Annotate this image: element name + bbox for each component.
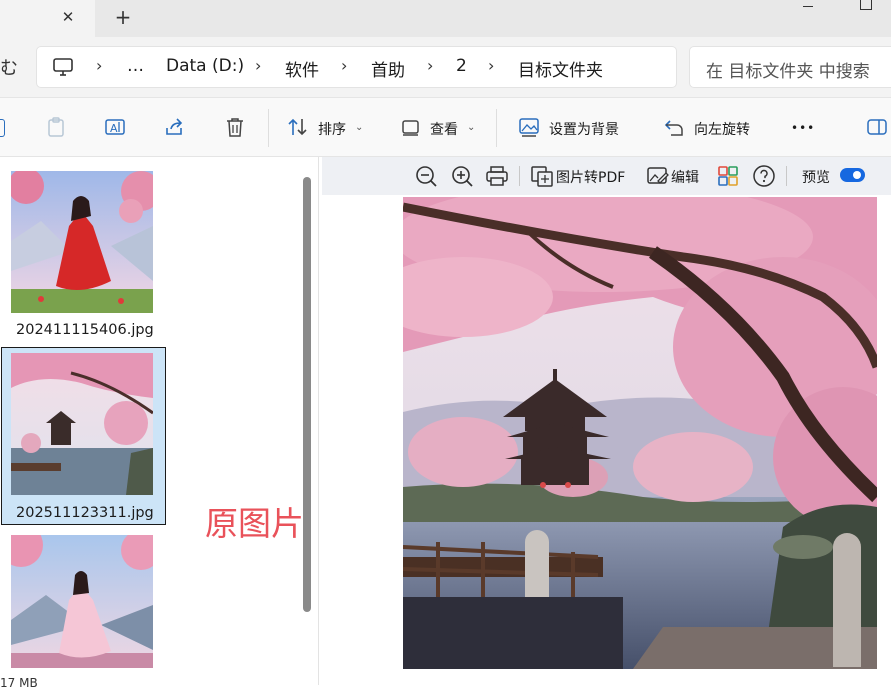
file-thumbnail-selected[interactable] — [11, 353, 153, 495]
zoom-out-icon[interactable] — [414, 164, 438, 188]
plus-icon[interactable]: + — [112, 6, 134, 28]
status-size: 17 MB — [0, 676, 38, 690]
breadcrumb-separator: › — [488, 56, 495, 75]
breadcrumb-drive[interactable]: Data (D:) — [166, 56, 244, 76]
breadcrumb-separator: › — [255, 56, 262, 75]
toolbar-divider — [496, 109, 497, 147]
maximize-button[interactable] — [860, 0, 872, 10]
view-button[interactable]: 查看 — [430, 119, 458, 139]
sort-button[interactable]: 排序 — [318, 119, 346, 139]
preview-label: 预览 — [802, 170, 830, 186]
breadcrumb-software[interactable]: 软件 — [285, 56, 319, 81]
computer-icon[interactable] — [52, 56, 74, 78]
tab-active[interactable] — [0, 0, 95, 37]
zoom-in-icon[interactable] — [450, 164, 474, 188]
toolbar-divider — [786, 166, 787, 186]
wallpaper-icon[interactable] — [518, 116, 540, 138]
breadcrumb-separator: › — [341, 56, 348, 75]
breadcrumb-separator: › — [427, 56, 434, 75]
clipboard-icon[interactable] — [45, 116, 67, 138]
edit-button[interactable]: 编辑 — [671, 167, 699, 187]
breadcrumb-overflow[interactable]: … — [127, 56, 144, 76]
rotate-left-icon[interactable] — [664, 116, 686, 138]
file-name[interactable]: 202511123311.jpg — [16, 505, 154, 521]
apps-icon[interactable] — [716, 164, 740, 188]
scrollbar-thumb[interactable] — [303, 177, 311, 612]
set-background-button[interactable]: 设置为背景 — [549, 119, 619, 139]
new-item-icon[interactable] — [0, 119, 5, 137]
details-pane-icon[interactable] — [866, 116, 888, 138]
toolbar-divider — [268, 109, 269, 147]
chevron-down-icon[interactable]: ⌄ — [467, 122, 475, 133]
svg-text:A: A — [110, 122, 118, 135]
toolbar-divider — [519, 166, 520, 186]
view-icon[interactable] — [400, 116, 422, 138]
search-placeholder: 在 目标文件夹 中搜索 — [706, 62, 870, 82]
help-icon[interactable] — [752, 164, 776, 188]
file-thumbnail[interactable] — [11, 171, 153, 313]
close-icon[interactable]: ✕ — [58, 7, 78, 27]
trash-icon[interactable] — [224, 116, 246, 138]
breadcrumb-folder-2[interactable]: 2 — [456, 56, 467, 76]
preview-toggle[interactable] — [840, 168, 865, 182]
rename-icon[interactable]: A — [104, 116, 126, 138]
sort-icon[interactable] — [287, 116, 309, 138]
more-options-button[interactable]: ••• — [791, 121, 815, 135]
chevron-down-icon[interactable]: ⌄ — [355, 122, 363, 133]
pdf-icon[interactable] — [530, 164, 554, 188]
minimize-button[interactable] — [800, 4, 816, 12]
to-pdf-button[interactable]: 图片转PDF — [556, 167, 625, 187]
preview-image — [403, 197, 877, 669]
nav-button-partial[interactable]: む — [0, 54, 18, 80]
breadcrumb-target-folder[interactable]: 目标文件夹 — [518, 56, 603, 81]
breadcrumb-shouzhu[interactable]: 首助 — [371, 56, 405, 81]
file-thumbnail[interactable] — [11, 535, 153, 668]
print-icon[interactable] — [485, 164, 509, 188]
rotate-left-button[interactable]: 向左旋转 — [694, 119, 750, 139]
breadcrumb-separator: › — [96, 56, 103, 75]
edit-icon[interactable] — [646, 164, 670, 188]
annotation-label: 原图片 — [205, 504, 304, 543]
share-icon[interactable] — [164, 116, 186, 138]
file-name[interactable]: 202411115406.jpg — [16, 322, 154, 338]
